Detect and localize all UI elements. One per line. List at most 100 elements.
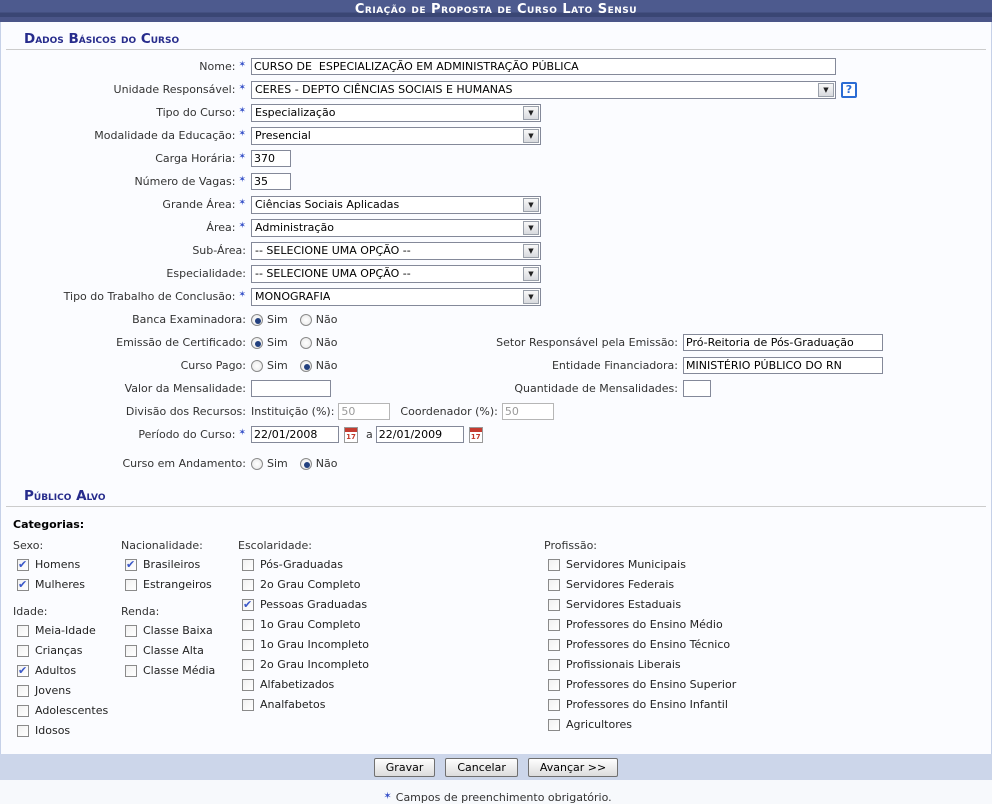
checkbox[interactable]	[242, 619, 254, 631]
unidade-select[interactable]: CERES - DEPTO CIÊNCIAS SOCIAIS E HUMANAS…	[251, 81, 836, 99]
andamento-nao-radio[interactable]	[300, 458, 312, 470]
required-star-icon: ✶	[238, 129, 246, 139]
field-label: Banca Examinadora:	[1, 313, 246, 326]
valor-mensalidade-input[interactable]	[251, 380, 331, 397]
curso-pago-sim-radio[interactable]	[251, 360, 263, 372]
emissao-sim-radio[interactable]	[251, 337, 263, 349]
sub-area-select[interactable]: -- SELECIONE UMA OPÇÃO -- ▼	[251, 242, 541, 260]
checkbox[interactable]	[125, 665, 137, 677]
checkbox-label: 1o Grau Completo	[260, 618, 360, 631]
checkbox-label: Profissionais Liberais	[566, 658, 681, 671]
carga-horaria-input[interactable]	[251, 150, 291, 167]
entidade-financiadora-input[interactable]	[683, 357, 883, 374]
field-label: Nome:✶	[1, 60, 246, 73]
checkbox-item: Brasileiros	[125, 558, 238, 571]
cancelar-button[interactable]: Cancelar	[445, 758, 518, 777]
required-star-icon: ✶	[238, 198, 246, 208]
radio-label: Sim	[267, 359, 288, 372]
checkbox[interactable]	[17, 625, 29, 637]
coordenador-percent-input	[502, 403, 554, 420]
row-periodo: Período do Curso:✶ 17 a 17	[1, 423, 991, 446]
area-select[interactable]: Administração ▼	[251, 219, 541, 237]
checkbox[interactable]	[242, 679, 254, 691]
checkbox[interactable]	[548, 599, 560, 611]
required-star-icon: ✶	[238, 152, 246, 162]
qtd-mensalidades-input[interactable]	[683, 380, 711, 397]
checkbox[interactable]	[548, 679, 560, 691]
grande-area-select[interactable]: Ciências Sociais Aplicadas ▼	[251, 196, 541, 214]
row-emissao: Emissão de Certificado: Sim Não Setor Re…	[1, 331, 991, 354]
chevron-down-icon[interactable]: ▼	[523, 221, 539, 235]
checkbox[interactable]	[548, 619, 560, 631]
setor-emissao-input[interactable]	[683, 334, 883, 351]
checkbox[interactable]	[125, 625, 137, 637]
checkbox[interactable]	[242, 659, 254, 671]
checkbox[interactable]	[125, 559, 137, 571]
tipo-trabalho-select[interactable]: MONOGRAFIA ▼	[251, 288, 541, 306]
checkbox-item: Professores do Ensino Médio	[548, 618, 736, 631]
checkbox[interactable]	[17, 579, 29, 591]
label-text: Especialidade:	[166, 267, 246, 280]
checkbox-item: Professores do Ensino Infantil	[548, 698, 736, 711]
checkbox[interactable]	[125, 579, 137, 591]
checkbox[interactable]	[548, 559, 560, 571]
banca-nao-radio[interactable]	[300, 314, 312, 326]
checkbox[interactable]	[17, 705, 29, 717]
periodo-inicio-input[interactable]	[251, 426, 339, 443]
nome-input[interactable]	[251, 58, 836, 75]
checkbox[interactable]	[17, 559, 29, 571]
checkbox[interactable]	[242, 599, 254, 611]
checkbox[interactable]	[17, 685, 29, 697]
checkbox-label: Classe Alta	[143, 644, 204, 657]
chevron-down-icon[interactable]: ▼	[523, 267, 539, 281]
field-label: Tipo do Curso:✶	[1, 106, 246, 119]
radio-label: Sim	[267, 336, 288, 349]
especialidade-select[interactable]: -- SELECIONE UMA OPÇÃO -- ▼	[251, 265, 541, 283]
calendar-icon[interactable]: 17	[344, 427, 358, 443]
row-modalidade: Modalidade da Educação:✶ Presencial ▼	[1, 124, 991, 147]
emissao-nao-radio[interactable]	[300, 337, 312, 349]
modalidade-select[interactable]: Presencial ▼	[251, 127, 541, 145]
checkbox[interactable]	[548, 639, 560, 651]
row-grande-area: Grande Área:✶ Ciências Sociais Aplicadas…	[1, 193, 991, 216]
checkbox[interactable]	[17, 645, 29, 657]
checkbox[interactable]	[17, 725, 29, 737]
andamento-sim-radio[interactable]	[251, 458, 263, 470]
checkbox[interactable]	[548, 719, 560, 731]
chevron-down-icon[interactable]: ▼	[818, 83, 834, 97]
checkbox[interactable]	[548, 659, 560, 671]
banca-sim-radio[interactable]	[251, 314, 263, 326]
checkbox[interactable]	[548, 699, 560, 711]
chevron-down-icon[interactable]: ▼	[523, 198, 539, 212]
checkbox[interactable]	[548, 579, 560, 591]
checkbox-item: Pós-Graduadas	[242, 558, 544, 571]
checkbox[interactable]	[242, 579, 254, 591]
field-label: Sub-Área:	[1, 244, 246, 257]
tipo-curso-select[interactable]: Especialização ▼	[251, 104, 541, 122]
select-value: Administração	[255, 221, 334, 234]
label-text: Grande Área:	[162, 198, 235, 211]
checkbox[interactable]	[242, 639, 254, 651]
chevron-down-icon[interactable]: ▼	[523, 106, 539, 120]
periodo-fim-input[interactable]	[376, 426, 464, 443]
numero-vagas-input[interactable]	[251, 173, 291, 190]
checkbox-item: Professores do Ensino Técnico	[548, 638, 736, 651]
checkbox[interactable]	[242, 699, 254, 711]
avancar-button[interactable]: Avançar >>	[528, 758, 618, 777]
required-note: ✶Campos de preenchimento obrigatório.	[0, 780, 992, 804]
checkbox[interactable]	[242, 559, 254, 571]
chevron-down-icon[interactable]: ▼	[523, 290, 539, 304]
checkbox[interactable]	[125, 645, 137, 657]
select-value: CERES - DEPTO CIÊNCIAS SOCIAIS E HUMANAS	[255, 83, 512, 96]
checkbox-label: Servidores Estaduais	[566, 598, 681, 611]
required-star-icon: ✶	[238, 290, 246, 300]
form-content: Dados Básicos do Curso Nome:✶ Unidade Re…	[0, 22, 992, 754]
chevron-down-icon[interactable]: ▼	[523, 244, 539, 258]
checkbox[interactable]	[17, 665, 29, 677]
chevron-down-icon[interactable]: ▼	[523, 129, 539, 143]
curso-pago-nao-radio[interactable]	[300, 360, 312, 372]
help-icon[interactable]: ?	[841, 82, 857, 98]
gravar-button[interactable]: Gravar	[374, 758, 436, 777]
calendar-icon[interactable]: 17	[469, 427, 483, 443]
field-label: Tipo do Trabalho de Conclusão:✶	[1, 290, 246, 303]
